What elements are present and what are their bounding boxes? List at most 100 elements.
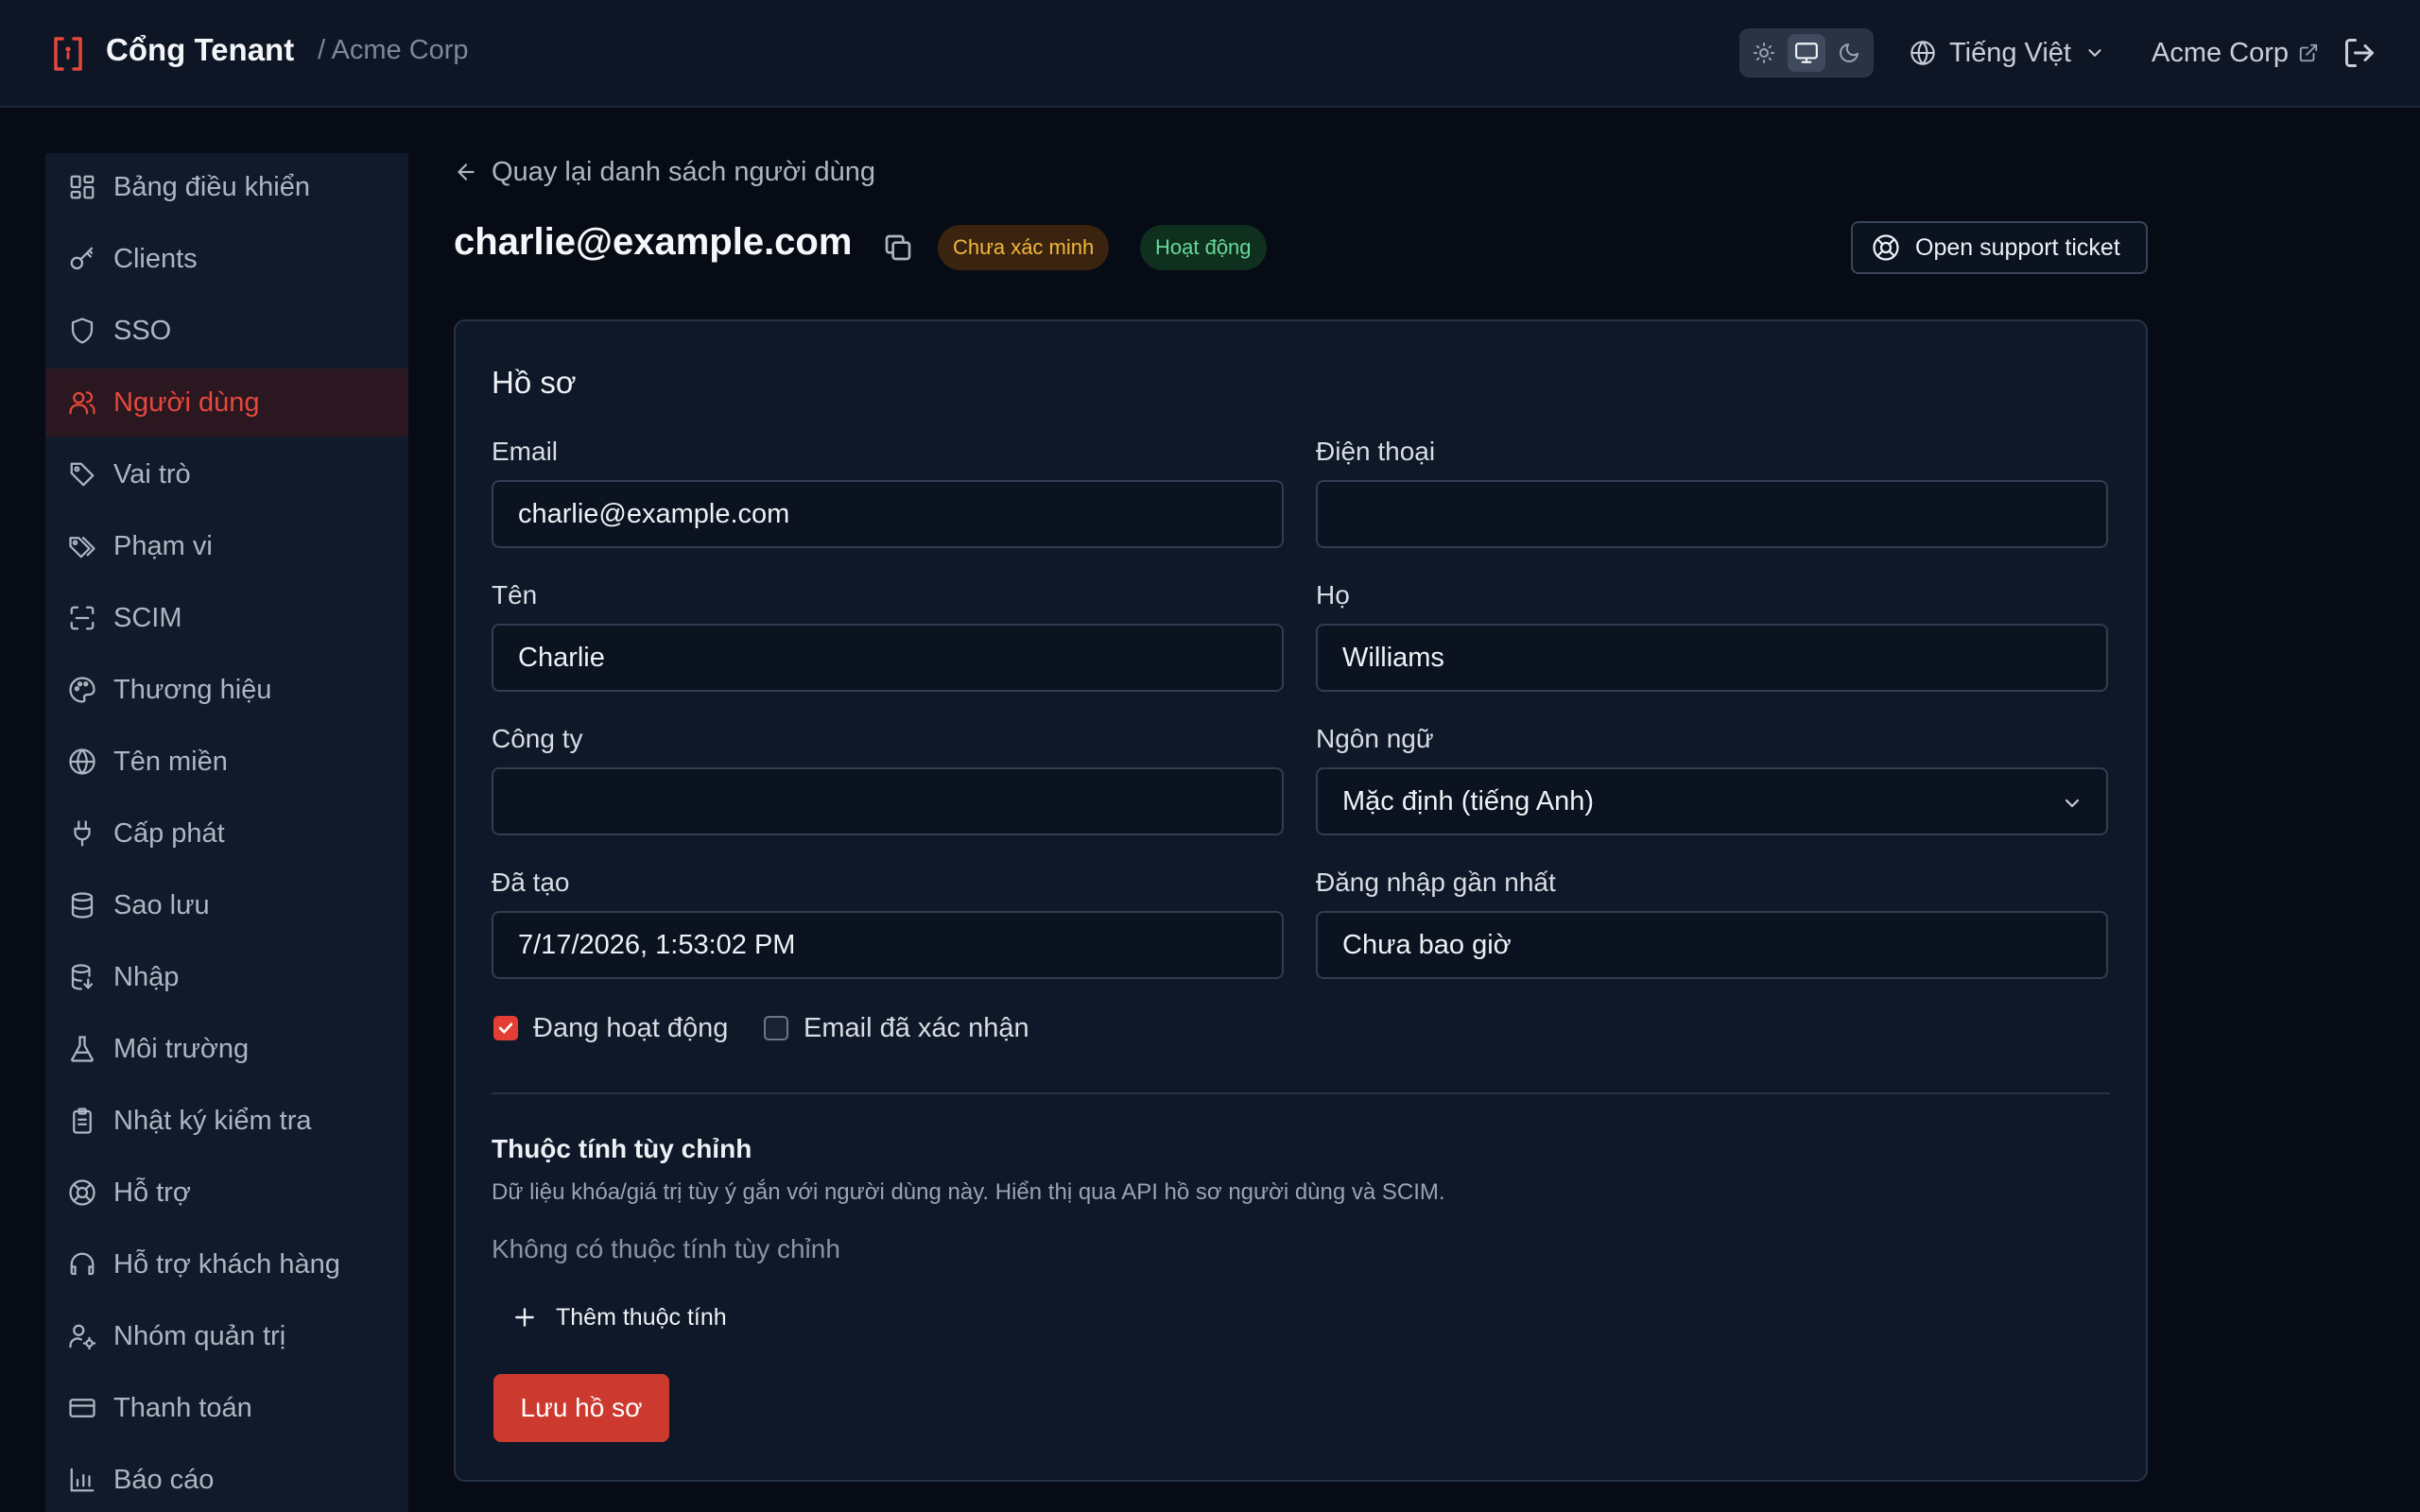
section-divider [492, 1092, 2110, 1094]
sidebar-item-support[interactable]: Hỗ trợ [45, 1159, 408, 1227]
active-checkbox-label: Đang hoạt động [533, 1012, 729, 1043]
theme-system-button[interactable] [1788, 34, 1825, 72]
back-to-users-link[interactable]: Quay lại danh sách người dùng [454, 153, 875, 191]
arrow-left-icon [458, 163, 475, 180]
created-label: Đã tạo [492, 868, 570, 897]
plug-icon [74, 820, 91, 847]
sidebar-item-label: Báo cáo [113, 1464, 215, 1495]
sidebar-item-admin-team[interactable]: Nhóm quản trị [45, 1302, 408, 1370]
sidebar-item-customer-support[interactable]: Hỗ trợ khách hàng [45, 1230, 408, 1298]
email-verified-checkbox-label: Email đã xác nhận [804, 1012, 1029, 1043]
database-icon [71, 892, 94, 919]
sidebar-item-label: Cấp phát [113, 817, 225, 849]
theme-dark-button[interactable] [1830, 34, 1868, 72]
add-attribute-label: Thêm thuộc tính [556, 1303, 727, 1331]
sidebar-item-backup[interactable]: Sao lưu [45, 871, 408, 939]
language-select[interactable]: Mặc định (tiếng Anh) [1316, 767, 2108, 835]
page-title: charlie@example.com [454, 221, 853, 263]
custom-attributes-empty: Không có thuộc tính tùy chỉnh [492, 1234, 840, 1263]
created-field: 7/17/2026, 1:53:02 PM [492, 911, 1284, 979]
sidebar-item-roles[interactable]: Vai trò [45, 440, 408, 508]
email-label: Email [492, 437, 559, 466]
sidebar-item-label: Thương hiệu [113, 674, 272, 705]
headset-icon [70, 1252, 95, 1276]
sidebar-item-audit-log[interactable]: Nhật ký kiểm tra [45, 1087, 408, 1155]
sidebar-item-label: Bảng điều khiển [113, 171, 310, 202]
sidebar-item-billing[interactable]: Thanh toán [45, 1374, 408, 1442]
last-login-field: Chưa bao giờ [1316, 911, 2108, 979]
sidebar-item-label: Môi trường [113, 1033, 250, 1064]
chevron-down-icon [2065, 799, 2080, 808]
email-verified-checkbox-row[interactable]: Email đã xác nhận [764, 1009, 1029, 1047]
sidebar-item-dashboard[interactable]: Bảng điều khiển [45, 153, 408, 221]
lifebuoy-icon [69, 1179, 95, 1206]
sidebar-item-sso[interactable]: SSO [45, 297, 408, 365]
last-login-label: Đăng nhập gần nhất [1316, 868, 1556, 897]
tag-icon [70, 462, 95, 487]
status-badge-unverified: Chưa xác minh [938, 225, 1110, 270]
sidebar-item-domains[interactable]: Tên miền [45, 728, 408, 796]
company-label: Công ty [492, 724, 583, 753]
sidebar-item-users[interactable]: Người dùng [45, 369, 408, 437]
moon-icon [1840, 43, 1858, 62]
check-icon [498, 1022, 513, 1034]
email-field[interactable]: charlie@example.com [492, 480, 1284, 548]
globe-icon [69, 748, 95, 775]
status-badge-active: Hoạt động [1140, 225, 1267, 270]
sidebar-item-environments[interactable]: Môi trường [45, 1015, 408, 1083]
company-field[interactable] [492, 767, 1284, 835]
external-link-icon [2299, 43, 2318, 62]
phone-field[interactable] [1316, 480, 2108, 548]
active-checkbox[interactable] [493, 1016, 518, 1040]
active-checkbox-row[interactable]: Đang hoạt động [493, 1009, 728, 1047]
email-verified-checkbox[interactable] [764, 1016, 788, 1040]
last-name-label: Họ [1316, 580, 1350, 610]
logout-icon[interactable] [2342, 36, 2377, 70]
tenant-external-link[interactable]: Acme Corp [2152, 28, 2319, 77]
chevron-down-icon [2088, 49, 2101, 57]
sidebar-item-clients[interactable]: Clients [45, 225, 408, 293]
sidebar-item-scim[interactable]: SCIM [45, 584, 408, 652]
globe-icon [1910, 41, 1935, 65]
sidebar-item-label: Thanh toán [113, 1392, 252, 1423]
copy-icon[interactable] [883, 232, 913, 263]
plus-icon [515, 1308, 534, 1327]
language-select-value: Mặc định (tiếng Anh) [1342, 785, 1594, 816]
sidebar-item-scopes[interactable]: Phạm vi [45, 512, 408, 580]
sidebar-item-provisioning[interactable]: Cấp phát [45, 799, 408, 868]
theme-switcher [1739, 28, 1874, 77]
profile-section-title: Hồ sơ [492, 365, 577, 400]
sidebar-item-label: Hỗ trợ khách hàng [113, 1248, 340, 1280]
save-profile-button[interactable]: Lưu hồ sơ [493, 1374, 669, 1442]
theme-light-button[interactable] [1745, 34, 1783, 72]
phone-label: Điện thoại [1316, 437, 1436, 466]
sidebar: Bảng điều khiển Clients SSO Người dùng V… [45, 153, 408, 1512]
sidebar-item-label: Clients [113, 243, 198, 274]
sidebar-item-label: Tên miền [113, 746, 228, 777]
custom-attributes-description: Dữ liệu khóa/giá trị tùy ý gắn với người… [492, 1179, 1445, 1205]
sidebar-item-label: SCIM [113, 602, 182, 633]
first-name-field[interactable]: Charlie [492, 624, 1284, 692]
language-selector[interactable]: Tiếng Việt [1910, 28, 2105, 77]
sidebar-item-label: Sao lưu [113, 889, 210, 920]
last-name-field[interactable]: Williams [1316, 624, 2108, 692]
database-import-icon [71, 964, 94, 990]
key-icon [70, 247, 94, 270]
clipboard-icon [73, 1108, 92, 1134]
open-support-ticket-button[interactable]: Open support ticket [1851, 221, 2148, 274]
sidebar-item-branding[interactable]: Thương hiệu [45, 656, 408, 724]
tags-icon [69, 537, 95, 558]
lifebuoy-icon [1873, 234, 1899, 261]
tenant-name: Acme Corp [2152, 37, 2290, 68]
flask-icon [71, 1036, 94, 1062]
add-attribute-button[interactable]: Thêm thuộc tính [512, 1298, 727, 1336]
sidebar-item-reports[interactable]: Báo cáo [45, 1446, 408, 1512]
sidebar-item-import[interactable]: Nhập [45, 943, 408, 1011]
dashboard-icon [70, 175, 95, 199]
bar-chart-icon [70, 1468, 95, 1492]
sidebar-item-label: Nhật ký kiểm tra [113, 1105, 312, 1136]
credit-card-icon [69, 1399, 95, 1418]
sidebar-item-label: Nhóm quản trị [113, 1320, 286, 1351]
first-name-label: Tên [492, 580, 538, 610]
sidebar-item-label: Hỗ trợ [113, 1177, 191, 1208]
